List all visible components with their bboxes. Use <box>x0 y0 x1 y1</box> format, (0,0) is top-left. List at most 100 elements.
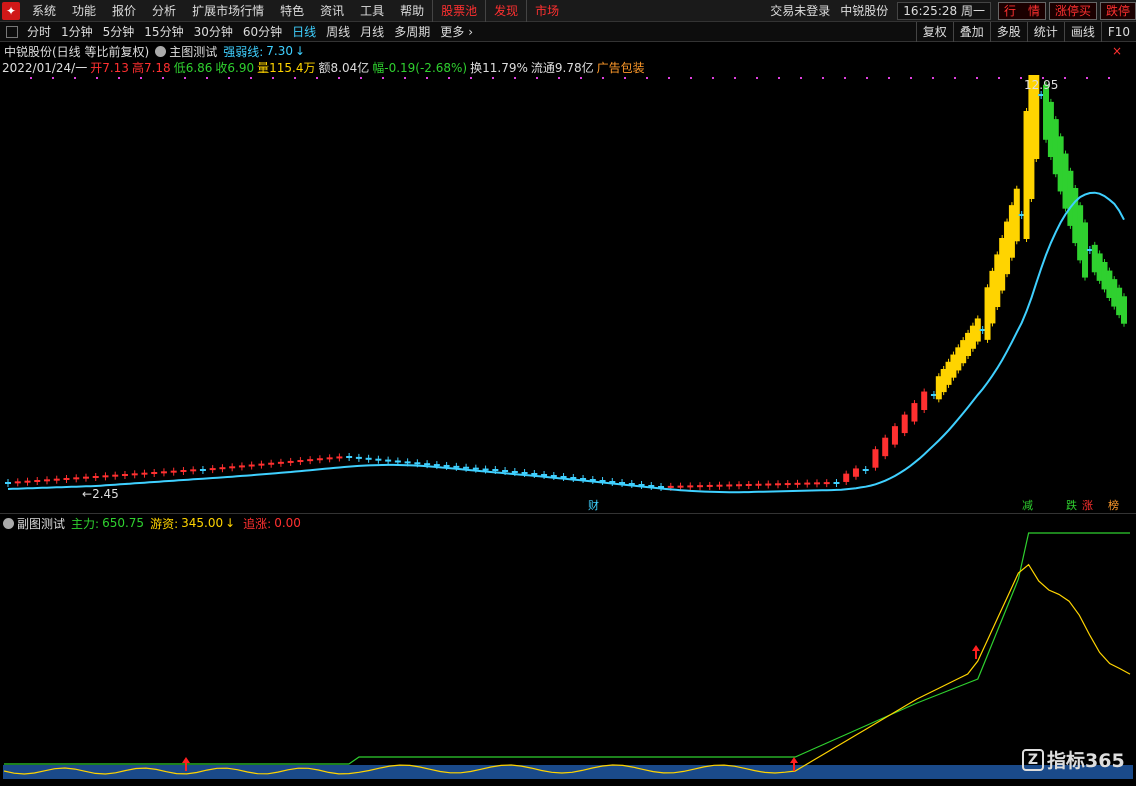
candle-body <box>726 484 733 487</box>
menu-system[interactable]: 系统 <box>24 0 64 22</box>
menu-tools[interactable]: 工具 <box>352 0 392 22</box>
candle-body <box>14 481 21 484</box>
signal-dot <box>888 77 890 79</box>
candle-body <box>765 483 772 486</box>
signal-dot <box>778 77 780 79</box>
menu-help[interactable]: 帮助 <box>392 0 432 22</box>
menu-featured[interactable]: 特色 <box>272 0 312 22</box>
signal-dot <box>338 77 340 79</box>
login-status[interactable]: 交易未登录 <box>765 2 835 19</box>
tag-fall[interactable]: 跌 <box>1066 498 1077 512</box>
strength-label: 强弱线: <box>223 44 264 59</box>
quote-amount: 额8.04亿 <box>318 60 370 75</box>
candle-body <box>784 483 791 486</box>
f10-button[interactable]: F10 <box>1100 21 1136 42</box>
menu-discover[interactable]: 发现 <box>485 0 526 22</box>
tab-multi-period[interactable]: 多周期 <box>389 23 435 40</box>
tab-more[interactable]: 更多 › <box>435 23 478 40</box>
candle-body <box>813 482 820 485</box>
tab-5min[interactable]: 5分钟 <box>98 23 140 40</box>
watermark: Z 指标365 <box>1022 746 1125 773</box>
indicator-settings-icon[interactable] <box>155 45 167 57</box>
signal-dot <box>690 77 692 79</box>
limit-down-button[interactable]: 跌停 <box>1099 1 1136 20</box>
candle-body <box>482 468 489 471</box>
signal-dot <box>1108 77 1110 79</box>
panel-toggle-icon[interactable] <box>6 25 18 38</box>
restore-rights-button[interactable]: 复权 <box>915 21 953 42</box>
tab-30min[interactable]: 30分钟 <box>189 23 238 40</box>
signal-dot <box>404 77 406 79</box>
current-stock: 中锐股份 <box>840 4 889 18</box>
watermark-text: 指标365 <box>1047 750 1125 772</box>
quote-change: 幅-0.19(-2.68%) <box>372 60 468 75</box>
menu-market[interactable]: 市场 <box>526 0 567 22</box>
menu-quote[interactable]: 报价 <box>104 0 144 22</box>
tab-weekly[interactable]: 周线 <box>321 23 355 40</box>
sub-indicator-name[interactable]: 副图测试 <box>17 515 65 532</box>
tag-reduce[interactable]: 减 <box>1022 499 1033 512</box>
overlay-button[interactable]: 叠加 <box>952 21 990 42</box>
statistics-button[interactable]: 统计 <box>1026 21 1064 42</box>
finance-marker[interactable]: 财 <box>588 498 599 512</box>
tab-daily[interactable]: 日线 <box>287 23 321 40</box>
menu-extended-market[interactable]: 扩展市场行情 <box>184 0 272 22</box>
tab-more-label: 更多 <box>440 25 465 39</box>
candle-body <box>424 463 431 466</box>
chevron-right-icon: › <box>468 25 474 39</box>
close-icon[interactable]: × <box>1112 44 1122 58</box>
signal-dot <box>470 77 472 79</box>
tab-monthly[interactable]: 月线 <box>355 23 389 40</box>
signal-dot <box>1064 77 1066 79</box>
candle-body <box>238 465 245 468</box>
candle-body <box>463 466 470 469</box>
candle-body <box>872 449 879 468</box>
app-logo-icon[interactable]: ✦ <box>2 1 20 20</box>
max-price-label: 12.95 <box>1024 78 1058 92</box>
candle-body <box>394 460 401 463</box>
tab-1min[interactable]: 1分钟 <box>56 23 98 40</box>
candle-body <box>170 470 177 473</box>
down-arrow-icon: ↓ <box>294 44 306 58</box>
quote-button[interactable]: 行 情 <box>997 1 1046 20</box>
main-force-value: 650.75 <box>102 516 145 530</box>
candle-body <box>180 470 187 472</box>
candle-body <box>911 403 918 422</box>
candle-body <box>229 466 236 469</box>
menu-function[interactable]: 功能 <box>64 0 104 22</box>
signal-dot <box>228 77 230 79</box>
sub-indicator-settings-icon[interactable] <box>3 517 14 529</box>
main-candlestick-chart[interactable]: 12.95 ←2.45 财 减 跌 涨 榜 <box>0 75 1136 513</box>
sub-indicator-chart[interactable] <box>0 531 1136 786</box>
strength-value: 7.30 <box>266 44 293 58</box>
candle-body <box>774 483 781 486</box>
tab-intraday[interactable]: 分时 <box>22 23 56 40</box>
quote-open: 开7.13 <box>90 60 129 75</box>
menu-news[interactable]: 资讯 <box>312 0 352 22</box>
tab-15min[interactable]: 15分钟 <box>139 23 188 40</box>
signal-dot <box>206 77 208 79</box>
candle-body <box>287 460 294 463</box>
hot-money-value: 345.00 <box>181 516 224 530</box>
candle-body <box>355 456 362 459</box>
draw-line-button[interactable]: 画线 <box>1063 21 1101 42</box>
limit-up-buy-button[interactable]: 涨停买 <box>1048 1 1097 20</box>
tag-rise[interactable]: 涨 <box>1082 499 1093 512</box>
signal-dot <box>712 77 714 79</box>
ad-link[interactable]: 广告包装 <box>597 59 645 76</box>
quote-volume: 量115.4万 <box>257 60 316 75</box>
menu-analysis[interactable]: 分析 <box>144 0 184 22</box>
hot-money-arrow-icon: ↓ <box>225 516 236 530</box>
tab-60min[interactable]: 60分钟 <box>238 23 287 40</box>
signal-dot <box>536 77 538 79</box>
candle-body <box>141 472 148 475</box>
candle-body <box>336 456 343 459</box>
candle-body <box>219 467 226 470</box>
menu-stock-pool[interactable]: 股票池 <box>432 0 485 22</box>
main-indicator-name[interactable]: 主图测试 <box>169 43 217 60</box>
signal-dot <box>844 77 846 79</box>
tag-rank[interactable]: 榜 <box>1108 498 1119 512</box>
candle-body <box>794 482 801 485</box>
candle-body <box>365 457 372 460</box>
multi-stock-button[interactable]: 多股 <box>989 21 1027 42</box>
